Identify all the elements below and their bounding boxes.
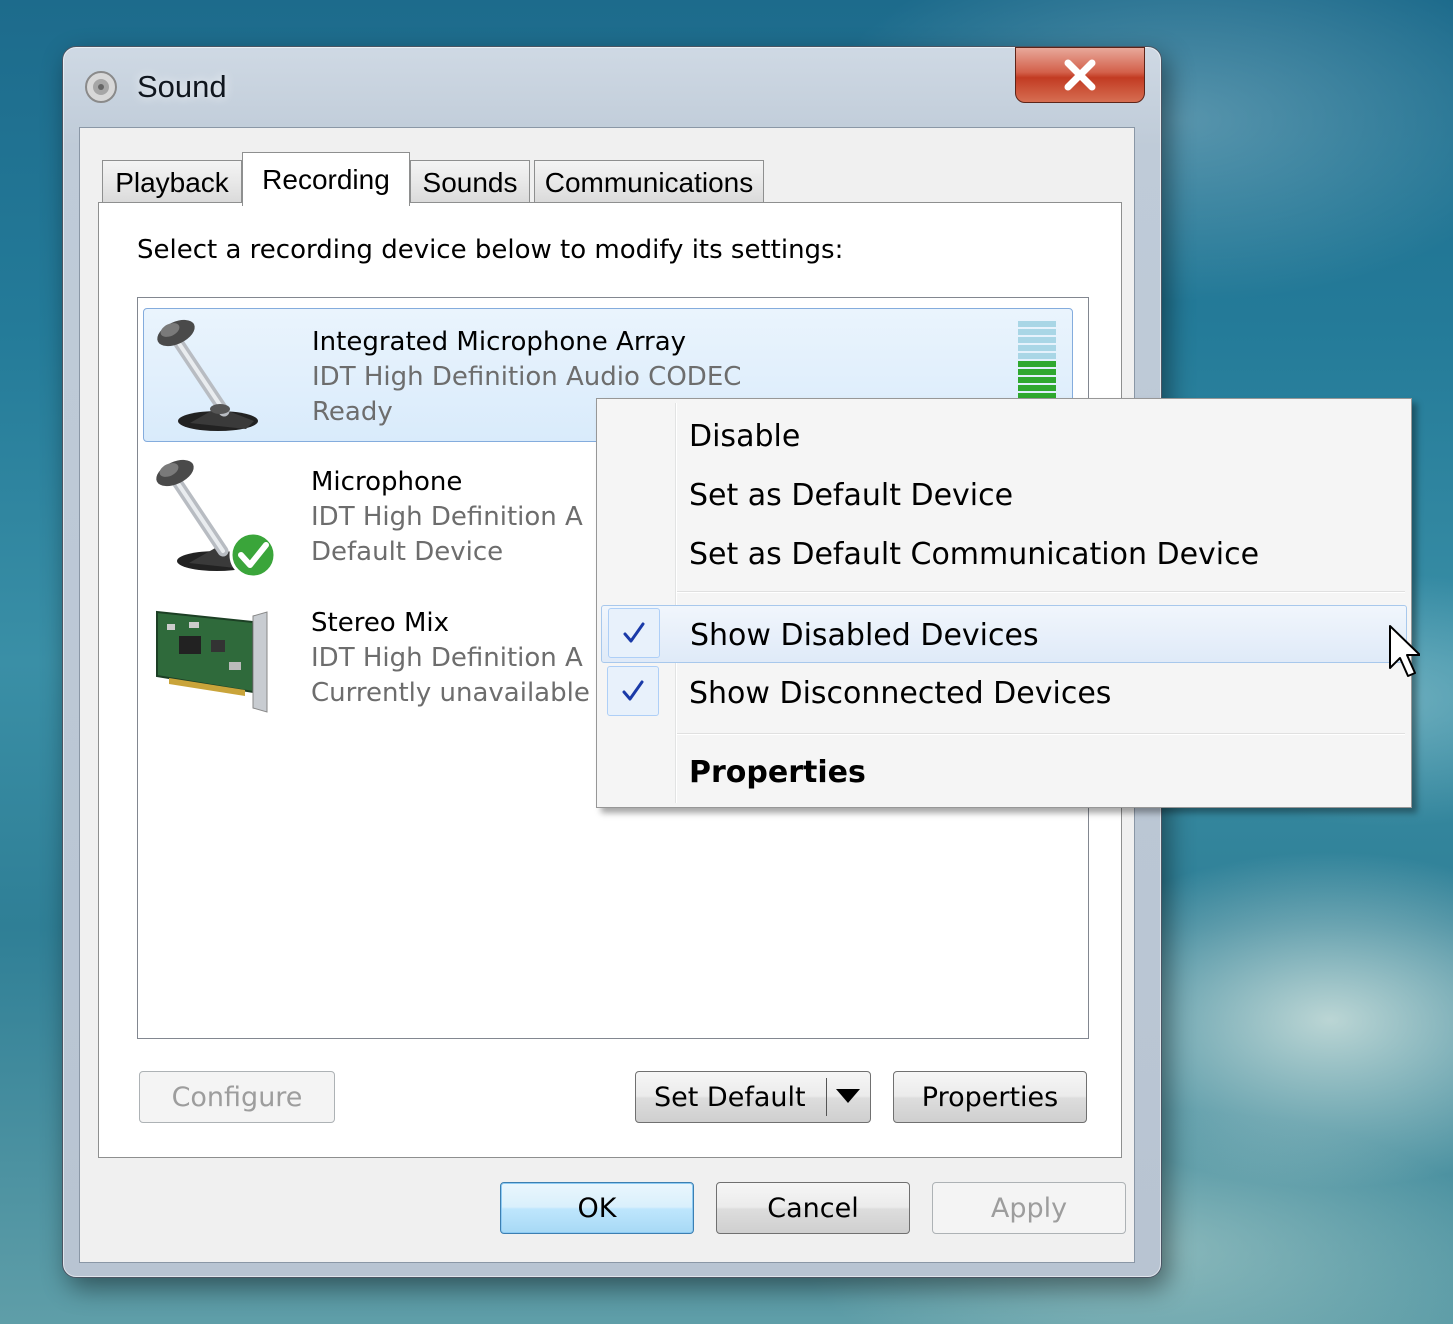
mouse-cursor-icon [1389, 625, 1420, 677]
menu-item-label: Disable [689, 419, 801, 454]
tab-playback[interactable]: Playback [102, 160, 242, 204]
device-driver: IDT High Definition A [311, 643, 583, 673]
menu-item-label: Properties [689, 755, 866, 790]
device-name: Stereo Mix [311, 608, 450, 638]
microphone-default-icon [156, 459, 277, 579]
check-icon [607, 666, 659, 716]
menu-item-show-disconnected-devices[interactable]: Show Disconnected Devices [601, 664, 1407, 722]
level-meter [1018, 321, 1056, 399]
tab-recording[interactable]: Recording [242, 152, 410, 206]
sound-card-icon [156, 610, 268, 713]
level-segment [1018, 369, 1056, 375]
menu-item-disable[interactable]: Disable [601, 407, 1407, 465]
device-name: Integrated Microphone Array [312, 327, 687, 357]
level-segment [1018, 353, 1056, 359]
set-default-split-button[interactable]: Set Default [635, 1071, 871, 1123]
menu-item-show-disabled-devices[interactable]: Show Disabled Devices [601, 605, 1407, 663]
menu-item-set-default-communication-device[interactable]: Set as Default Communication Device [601, 525, 1407, 583]
level-segment [1018, 377, 1056, 383]
tab-communications[interactable]: Communications [534, 160, 764, 204]
set-default-label: Set Default [654, 1081, 806, 1113]
level-segment [1018, 329, 1056, 335]
close-button[interactable] [1015, 47, 1145, 103]
tab-sounds[interactable]: Sounds [410, 160, 530, 204]
menu-item-label: Show Disconnected Devices [689, 676, 1112, 711]
level-segment [1018, 321, 1056, 327]
device-status: Ready [312, 397, 393, 427]
menu-separator [677, 591, 1405, 593]
context-menu: Disable Set as Default Device Set as Def… [596, 398, 1412, 808]
speaker-icon [85, 71, 117, 103]
device-status: Currently unavailable [311, 678, 590, 708]
menu-separator [677, 733, 1405, 735]
level-segment [1018, 361, 1056, 367]
cancel-button[interactable]: Cancel [716, 1182, 910, 1234]
panel-instructions: Select a recording device below to modif… [137, 235, 844, 265]
close-icon [1064, 59, 1096, 91]
menu-item-label: Show Disabled Devices [690, 618, 1039, 653]
split-divider [826, 1078, 827, 1116]
check-icon [608, 608, 660, 658]
device-status: Default Device [311, 537, 504, 567]
chevron-down-icon[interactable] [836, 1089, 860, 1103]
title-bar[interactable]: Sound [63, 47, 1161, 127]
configure-button[interactable]: Configure [139, 1071, 335, 1123]
level-segment [1018, 385, 1056, 391]
menu-item-set-default-device[interactable]: Set as Default Device [601, 466, 1407, 524]
menu-item-properties[interactable]: Properties [601, 743, 1407, 801]
window-title: Sound [137, 69, 227, 104]
device-properties-button[interactable]: Properties [893, 1071, 1087, 1123]
menu-item-label: Set as Default Device [689, 478, 1014, 513]
device-driver: IDT High Definition A [311, 502, 583, 532]
device-driver: IDT High Definition Audio CODEC [312, 362, 742, 392]
level-segment [1018, 345, 1056, 351]
apply-button[interactable]: Apply [932, 1182, 1126, 1234]
ok-button[interactable]: OK [500, 1182, 694, 1234]
device-name: Microphone [311, 467, 463, 497]
menu-item-label: Set as Default Communication Device [689, 537, 1260, 572]
level-segment [1018, 337, 1056, 343]
microphone-icon [157, 319, 258, 431]
